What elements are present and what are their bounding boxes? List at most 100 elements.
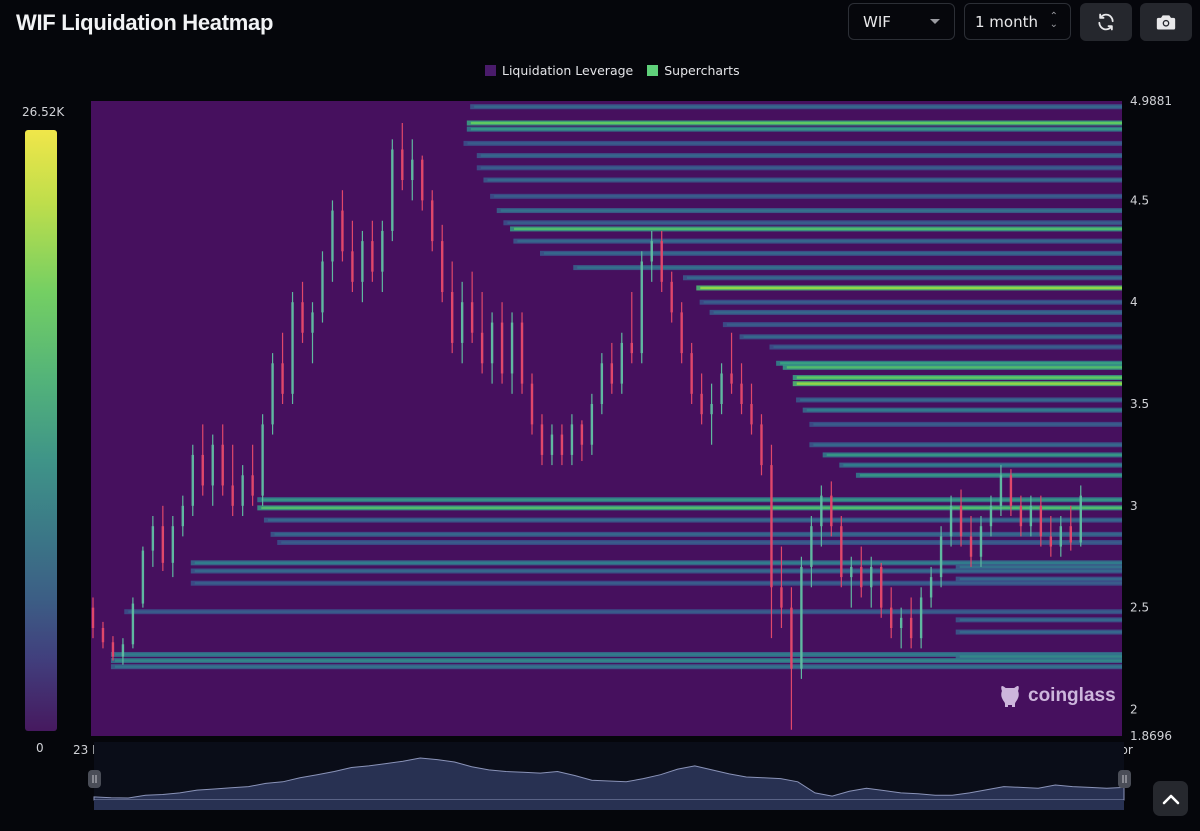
liquidation-band-core bbox=[773, 345, 1122, 349]
candle-body bbox=[670, 281, 673, 313]
candle-body bbox=[381, 230, 384, 272]
candle-body bbox=[121, 644, 125, 657]
liquidation-band-core bbox=[194, 569, 1123, 573]
navigator-fill bbox=[94, 800, 1124, 810]
liquidation-band-core bbox=[114, 659, 1123, 662]
liquidation-band-core bbox=[796, 382, 1122, 385]
candle-body bbox=[131, 603, 135, 645]
navigator-handle-left[interactable] bbox=[88, 770, 101, 788]
candle-body bbox=[640, 261, 643, 354]
watermark-text: coinglass bbox=[1028, 685, 1116, 706]
liquidation-band-core bbox=[500, 209, 1122, 212]
candle-body bbox=[600, 363, 604, 405]
candle-body bbox=[790, 607, 793, 669]
navigator-handle-right[interactable] bbox=[1118, 770, 1131, 788]
liquidation-band-core bbox=[517, 239, 1122, 243]
liquidation-band-core bbox=[800, 398, 1122, 402]
candle-body bbox=[470, 302, 474, 333]
liquidation-band-core bbox=[743, 335, 1122, 339]
liquidation-band-core bbox=[470, 127, 1122, 131]
candle-body bbox=[810, 526, 813, 567]
candle-body bbox=[510, 322, 514, 374]
candle-body bbox=[949, 505, 953, 537]
candle-body bbox=[281, 363, 284, 394]
candle-body bbox=[311, 312, 314, 333]
candle-body bbox=[271, 363, 274, 425]
scroll-top-button[interactable] bbox=[1153, 781, 1188, 816]
liquidation-band-core bbox=[194, 561, 1123, 565]
candle-body bbox=[161, 526, 165, 563]
liquidation-band-core bbox=[494, 195, 1122, 198]
candle-body bbox=[590, 404, 594, 445]
candle-body bbox=[550, 434, 554, 455]
candle-body bbox=[540, 424, 544, 455]
liquidation-band-core bbox=[543, 252, 1122, 255]
candle-body bbox=[151, 526, 155, 551]
candle-body bbox=[909, 617, 913, 639]
candle-body bbox=[401, 149, 404, 181]
candle-body bbox=[880, 566, 883, 608]
candle-body bbox=[730, 373, 733, 384]
candle-body bbox=[201, 454, 204, 486]
candle-body bbox=[351, 251, 354, 282]
candle-body bbox=[979, 526, 983, 557]
candle-body bbox=[580, 424, 584, 445]
liquidation-band-core bbox=[796, 376, 1122, 379]
candle-body bbox=[830, 495, 833, 527]
candle-body bbox=[191, 454, 194, 506]
candle-body bbox=[1049, 536, 1053, 547]
liquidation-band-core bbox=[261, 498, 1123, 501]
candle-body bbox=[341, 210, 344, 252]
candle-body bbox=[969, 536, 973, 557]
candle-body bbox=[371, 241, 374, 272]
candle-body bbox=[231, 485, 234, 506]
candle-body bbox=[101, 627, 105, 643]
candle-body bbox=[1009, 475, 1013, 506]
y-tick-label: 1.8696 bbox=[1130, 729, 1172, 743]
y-tick-label: 4 bbox=[1130, 295, 1138, 309]
chevron-up-icon bbox=[1162, 794, 1179, 804]
candle-body bbox=[251, 475, 254, 496]
candle-body bbox=[171, 526, 175, 563]
candle-body bbox=[361, 241, 364, 282]
candle-body bbox=[480, 332, 484, 364]
candle-body bbox=[431, 200, 434, 242]
liquidation-band-core bbox=[480, 166, 1122, 170]
candle-body bbox=[331, 210, 334, 262]
liquidation-band-core bbox=[959, 655, 1122, 658]
candle-body bbox=[770, 465, 773, 588]
liquidation-band-core bbox=[703, 301, 1122, 304]
candle-body bbox=[680, 312, 683, 354]
candle-body bbox=[650, 241, 653, 262]
candle-body bbox=[1039, 505, 1043, 537]
candle-body bbox=[899, 617, 903, 628]
liquidation-band-core bbox=[470, 121, 1122, 125]
candle-body bbox=[321, 261, 324, 313]
liquidation-band-core bbox=[487, 178, 1122, 182]
candle-body bbox=[530, 383, 534, 425]
candle-body bbox=[1069, 526, 1072, 543]
y-tick-label: 3 bbox=[1130, 499, 1138, 513]
candle-body bbox=[450, 292, 454, 343]
liquidation-band-core bbox=[514, 227, 1122, 231]
candle-body bbox=[919, 597, 923, 639]
candle-body bbox=[929, 577, 933, 598]
liquidation-band-core bbox=[959, 577, 1122, 581]
candle-body bbox=[241, 475, 244, 506]
liquidation-band-core bbox=[959, 630, 1122, 634]
candle-body bbox=[181, 505, 184, 527]
liquidation-band-core bbox=[713, 311, 1122, 314]
coinglass-logo-icon bbox=[1001, 686, 1019, 707]
candle-body bbox=[860, 566, 863, 588]
candle-body bbox=[91, 607, 95, 628]
y-tick-label: 3.5 bbox=[1130, 397, 1149, 411]
y-tick-label: 2 bbox=[1130, 702, 1138, 716]
candle-body bbox=[800, 566, 803, 669]
liquidation-band-core bbox=[813, 423, 1122, 426]
candle-body bbox=[261, 424, 264, 496]
liquidation-band-core bbox=[467, 142, 1122, 145]
candle-body bbox=[141, 550, 145, 604]
candle-body bbox=[1029, 505, 1033, 527]
coinglass-watermark: coinglass bbox=[998, 683, 1116, 709]
liquidation-band-core bbox=[780, 362, 1122, 365]
